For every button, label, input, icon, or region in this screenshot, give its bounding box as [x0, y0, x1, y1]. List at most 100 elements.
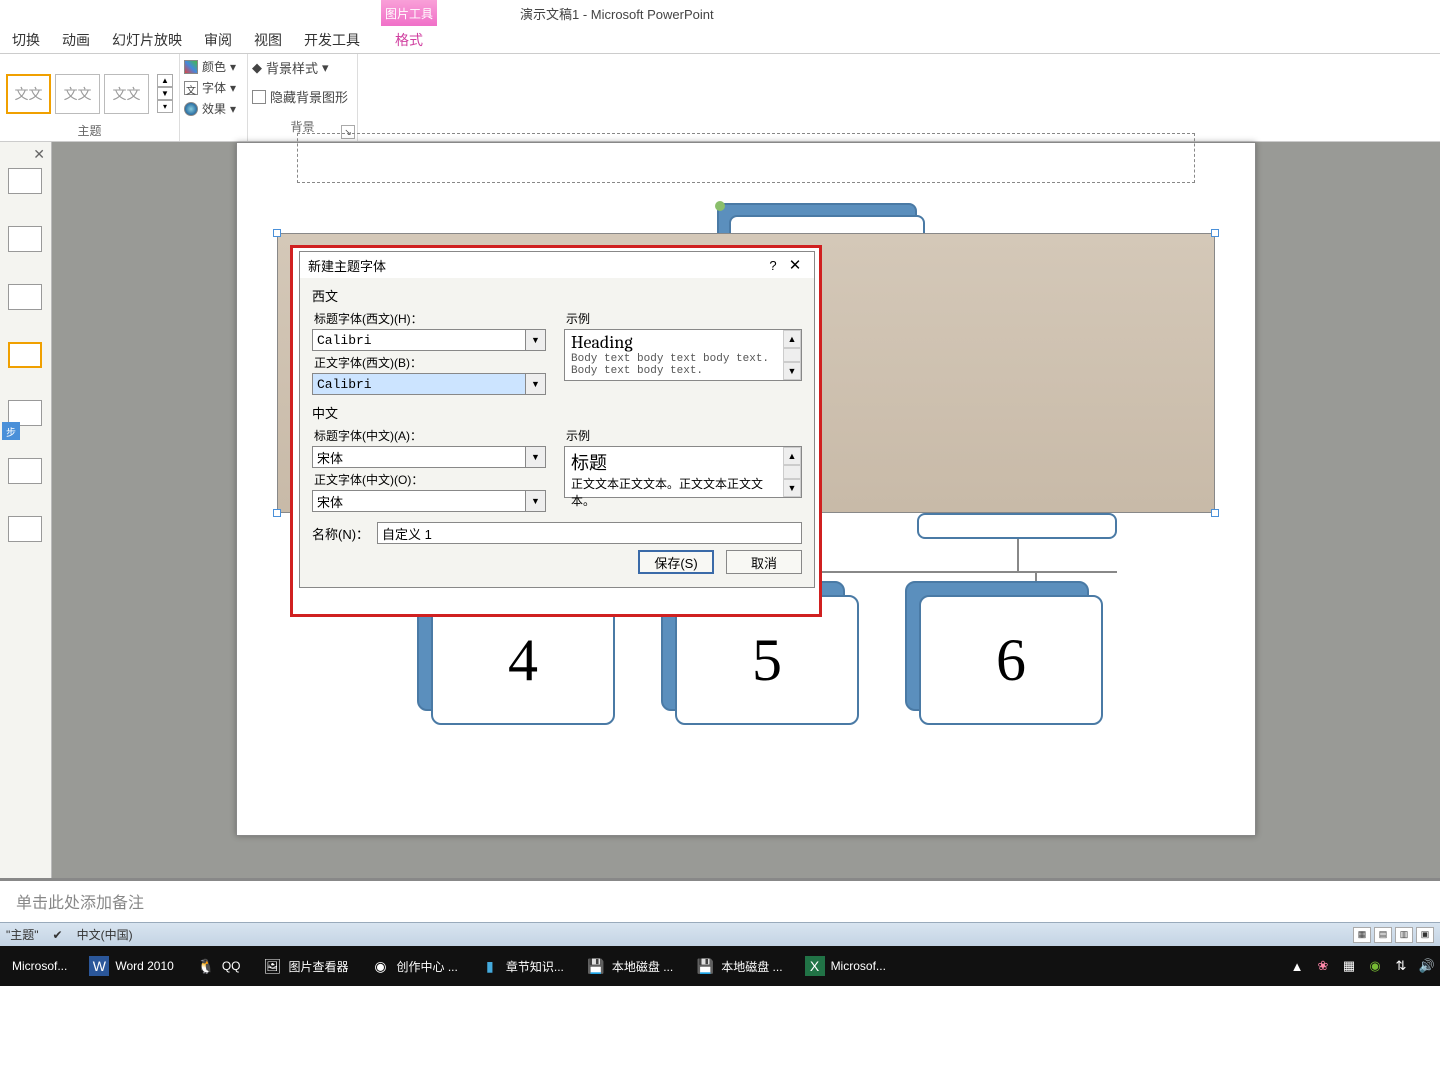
gallery-more-icon[interactable]: ▾ [157, 100, 173, 113]
sample-body-text: Body text body text body text. Body text… [571, 353, 777, 377]
volume-icon[interactable]: 🔊 [1418, 957, 1436, 975]
cn-heading-combo[interactable] [312, 446, 526, 468]
slide-thumb[interactable] [8, 168, 42, 194]
gallery-up-icon[interactable]: ▲ [157, 74, 173, 87]
selection-handle[interactable] [1211, 509, 1219, 517]
notes-pane[interactable]: 单击此处添加备注 [0, 878, 1440, 922]
sample-heading: Heading [571, 332, 777, 353]
slide-thumb[interactable] [8, 226, 42, 252]
selection-handle[interactable] [1211, 229, 1219, 237]
view-slideshow-icon[interactable]: ▣ [1416, 927, 1434, 943]
smartart-shape[interactable] [917, 513, 1117, 539]
rotate-handle-icon[interactable] [715, 201, 725, 211]
view-normal-icon[interactable]: ▦ [1353, 927, 1371, 943]
sample-body-cn: 正文文本正文文本。正文文本正文文本。 [571, 475, 777, 509]
word-icon: W [89, 956, 109, 976]
scroll-up-icon[interactable]: ▲ [783, 447, 801, 465]
western-sample: Heading Body text body text body text. B… [564, 329, 802, 381]
create-theme-fonts-dialog: 新建主题字体 ? ✕ 西文 标题字体(西文)(H)： ▼ 正文字体(西文)(B)… [299, 251, 815, 588]
background-group: ◆背景样式 ▾ 隐藏背景图形 背景 ↘ [248, 54, 358, 141]
chevron-down-icon[interactable]: ▼ [526, 446, 546, 468]
fonts-button[interactable]: 文字体 ▾ [184, 79, 243, 96]
west-body-combo[interactable] [312, 373, 526, 395]
title-placeholder[interactable] [297, 133, 1195, 183]
tray-icon[interactable]: ▦ [1340, 957, 1358, 975]
checkbox-icon [252, 90, 266, 104]
taskbar-item[interactable]: ▮章节知识... [472, 950, 572, 982]
nvidia-icon[interactable]: ◉ [1366, 957, 1384, 975]
help-icon[interactable]: ? [762, 258, 784, 273]
excel-icon: X [805, 956, 825, 976]
tab-format[interactable]: 格式 [381, 26, 437, 54]
slide-thumb[interactable] [8, 284, 42, 310]
scroll-down-icon[interactable]: ▼ [783, 362, 801, 380]
effects-button[interactable]: 效果 ▾ [184, 100, 243, 117]
theme-gallery-item[interactable]: 文文 [6, 74, 51, 114]
dialog-title: 新建主题字体 [308, 256, 762, 275]
slide-thumb[interactable] [8, 342, 42, 368]
gallery-down-icon[interactable]: ▼ [157, 87, 173, 100]
cn-heading-label: 标题字体(中文)(A)： [314, 427, 546, 444]
tab-slideshow[interactable]: 幻灯片放映 [112, 30, 182, 50]
tray-icon[interactable]: ▲ [1288, 957, 1306, 975]
theme-gallery-item[interactable]: 文文 [104, 74, 149, 114]
cancel-button[interactable]: 取消 [726, 550, 802, 574]
system-tray: ▲ ❀ ▦ ◉ ⇅ 🔊 [1288, 957, 1436, 975]
taskbar-item[interactable]: WWord 2010 [81, 950, 181, 982]
sample-heading-cn: 标题 [571, 449, 777, 475]
effects-icon [184, 102, 198, 116]
theme-variants-group: 颜色 ▾ 文字体 ▾ 效果 ▾ [180, 54, 248, 141]
selection-handle[interactable] [273, 509, 281, 517]
connector [1017, 539, 1019, 571]
tray-icon[interactable]: ❀ [1314, 957, 1332, 975]
scroll-up-icon[interactable]: ▲ [783, 330, 801, 348]
group-label-themes: 主题 [0, 120, 179, 141]
colors-button[interactable]: 颜色 ▾ [184, 58, 243, 75]
selection-handle[interactable] [273, 229, 281, 237]
sample-label: 示例 [566, 310, 802, 327]
taskbar-item[interactable]: 💾本地磁盘 ... [578, 950, 681, 982]
cn-body-combo[interactable] [312, 490, 526, 512]
language-indicator[interactable]: 中文(中国) [77, 926, 133, 943]
west-heading-combo[interactable] [312, 329, 526, 351]
smartart-shape[interactable]: 6 [919, 595, 1103, 725]
image-viewer-icon: 🖼 [263, 956, 283, 976]
taskbar-item[interactable]: XMicrosof... [797, 950, 894, 982]
chevron-down-icon[interactable]: ▼ [526, 329, 546, 351]
qq-icon: 🐧 [196, 956, 216, 976]
slide-thumb[interactable] [8, 516, 42, 542]
titlebar: 图片工具 演示文稿1 - Microsoft PowerPoint [0, 0, 1440, 26]
taskbar-item[interactable]: 🖼图片查看器 [255, 950, 357, 982]
tab-transitions[interactable]: 切换 [12, 30, 40, 50]
colors-icon [184, 60, 198, 74]
close-icon[interactable]: ✕ [784, 256, 806, 274]
ribbon-tabs: 切换 动画 幻灯片放映 审阅 视图 开发工具 格式 [0, 26, 1440, 54]
chevron-down-icon[interactable]: ▼ [526, 373, 546, 395]
cn-body-label: 正文字体(中文)(O)： [314, 471, 546, 488]
hide-bg-checkbox[interactable]: 隐藏背景图形 [252, 87, 353, 106]
slide-thumb[interactable] [8, 458, 42, 484]
tab-view[interactable]: 视图 [254, 30, 282, 50]
chevron-down-icon[interactable]: ▼ [526, 490, 546, 512]
save-button[interactable]: 保存(S) [638, 550, 714, 574]
tab-developer[interactable]: 开发工具 [304, 30, 360, 50]
view-reading-icon[interactable]: ▥ [1395, 927, 1413, 943]
sample-label-cn: 示例 [566, 427, 802, 444]
theme-gallery-item[interactable]: 文文 [55, 74, 100, 114]
view-sorter-icon[interactable]: ▤ [1374, 927, 1392, 943]
panel-close-icon[interactable]: ✕ [33, 146, 45, 163]
section-western: 西文 [312, 286, 802, 305]
network-icon[interactable]: ⇅ [1392, 957, 1410, 975]
scroll-down-icon[interactable]: ▼ [783, 479, 801, 497]
spellcheck-icon[interactable]: ✔ [53, 928, 63, 942]
background-styles-button[interactable]: ◆背景样式 ▾ [252, 58, 353, 77]
tab-animations[interactable]: 动画 [62, 30, 90, 50]
taskbar-item[interactable]: 🐧QQ [188, 950, 249, 982]
taskbar-item[interactable]: Microsof... [4, 950, 75, 982]
chrome-icon: ◉ [371, 956, 391, 976]
taskbar-item[interactable]: ◉创作中心 ... [363, 950, 466, 982]
name-label: 名称(N)： [312, 524, 369, 543]
tab-review[interactable]: 审阅 [204, 30, 232, 50]
name-field[interactable] [377, 522, 802, 544]
taskbar-item[interactable]: 💾本地磁盘 ... [687, 950, 790, 982]
